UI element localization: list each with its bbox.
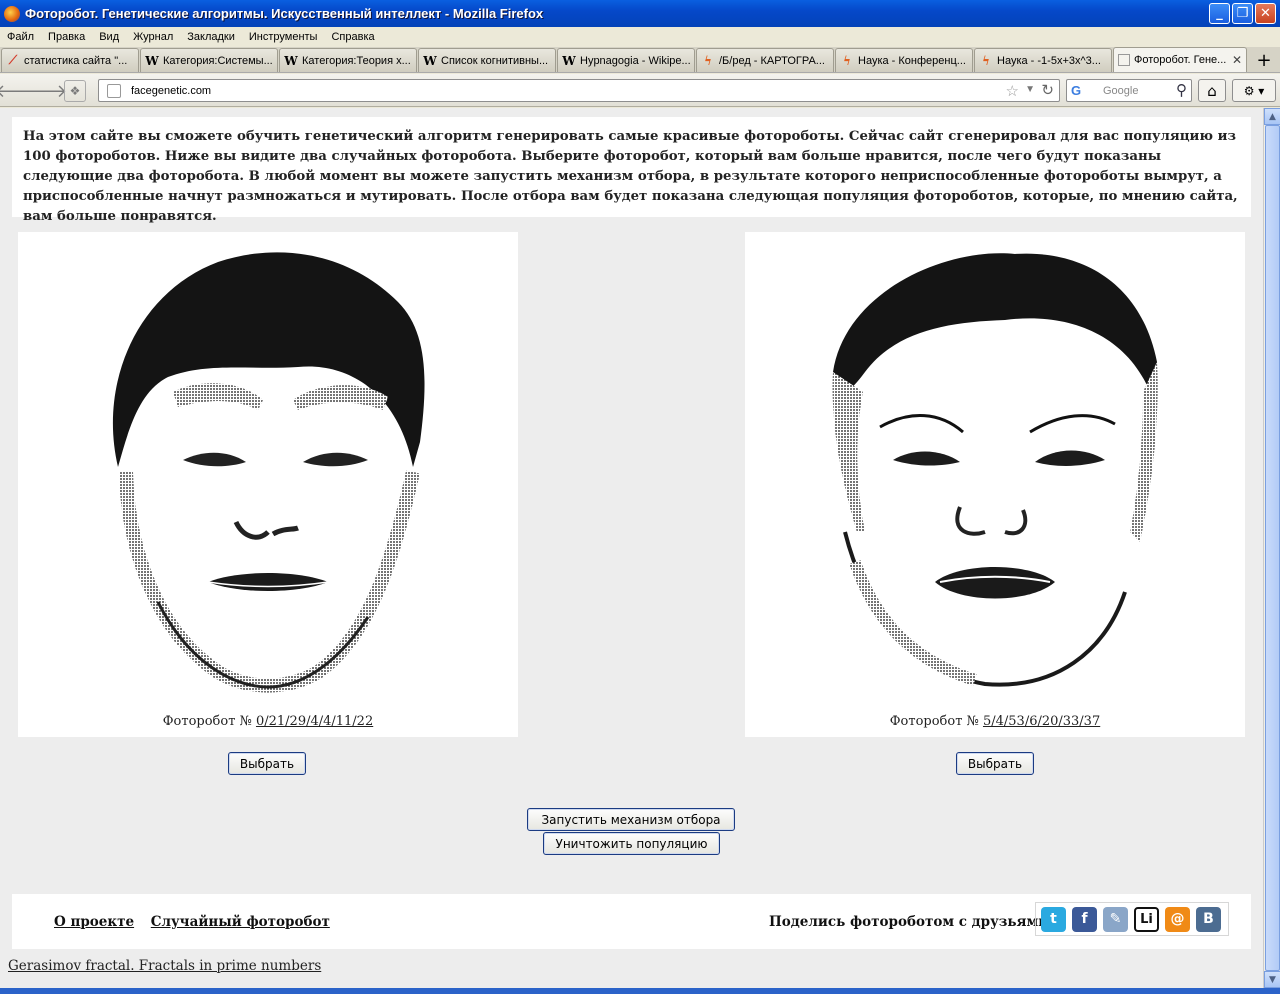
scroll-up-icon[interactable]: ▲ bbox=[1264, 108, 1280, 125]
wikipedia-icon: W bbox=[284, 53, 298, 68]
minimize-button[interactable]: _ bbox=[1209, 3, 1230, 24]
lightning-icon: ϟ bbox=[982, 53, 990, 68]
maximize-button[interactable]: ❐ bbox=[1232, 3, 1253, 24]
tab-5[interactable]: W Hypnagogia - Wikipe... bbox=[557, 48, 695, 72]
face-caption-2: Фоторобот № 5/4/53/6/20/33/37 bbox=[745, 714, 1245, 729]
scroll-thumb[interactable] bbox=[1265, 125, 1280, 971]
tab-label: Hypnagogia - Wikipe... bbox=[580, 54, 691, 67]
tab-label: Наука - Конференц... bbox=[858, 54, 966, 67]
facebook-icon[interactable]: f bbox=[1072, 906, 1097, 932]
site-icon bbox=[107, 84, 121, 98]
status-strip bbox=[0, 988, 1280, 994]
url-bar[interactable]: facegenetic.com ☆ ▼ ↻ bbox=[98, 79, 1060, 102]
face-id-link-2[interactable]: 5/4/53/6/20/33/37 bbox=[983, 714, 1100, 729]
caption-prefix: Фоторобот № bbox=[889, 714, 983, 729]
page-viewport: На этом сайте вы сможете обучить генетич… bbox=[0, 108, 1263, 988]
wikipedia-icon: W bbox=[423, 53, 437, 68]
tab-2[interactable]: W Категория:Системы... bbox=[140, 48, 278, 72]
menu-edit[interactable]: Правка bbox=[48, 31, 85, 43]
home-button[interactable]: ⌂ bbox=[1198, 79, 1226, 102]
menu-help[interactable]: Справка bbox=[331, 31, 374, 43]
vkontakte-icon[interactable]: B bbox=[1196, 906, 1221, 932]
firefox-icon bbox=[4, 5, 20, 22]
lightning-icon: ϟ bbox=[843, 53, 851, 68]
tab-bar: ⟋ статистика сайта "... W Категория:Систем… bbox=[0, 47, 1280, 73]
footer-links: О проекте Случайный фоторобот bbox=[54, 914, 342, 930]
caption-prefix: Фоторобот № bbox=[162, 714, 256, 729]
menu-bar: Файл Правка Вид Журнал Закладки Инструме… bbox=[0, 27, 1280, 46]
tab-1[interactable]: ⟋ статистика сайта "... bbox=[1, 48, 139, 72]
search-placeholder: Google bbox=[1103, 84, 1139, 97]
tab-8[interactable]: ϟ Наука - -1-5x+3x^3... bbox=[974, 48, 1112, 72]
window-controls: _ ❐ ✕ bbox=[1209, 3, 1276, 24]
footer: О проекте Случайный фоторобот Поделись ф… bbox=[12, 894, 1251, 949]
menu-bookmarks[interactable]: Закладки bbox=[187, 31, 235, 43]
panel-icon[interactable]: ❖ bbox=[64, 80, 86, 102]
face-sketch-2 bbox=[832, 253, 1158, 687]
search-input[interactable]: G Google ⚲ bbox=[1066, 79, 1192, 102]
fractal-link[interactable]: Gerasimov fractal. Fractals in prime num… bbox=[8, 958, 321, 974]
intro-text: На этом сайте вы сможете обучить генетич… bbox=[12, 117, 1251, 224]
bookmark-star-icon[interactable]: ☆ bbox=[1006, 82, 1019, 100]
stats-icon: ⟋ bbox=[8, 53, 18, 67]
choose-face-1-button[interactable]: Выбрать bbox=[228, 752, 306, 775]
window-titlebar: Фоторобот. Генетические алгоритмы. Искус… bbox=[0, 0, 1280, 27]
tab-4[interactable]: W Список когнитивны... bbox=[418, 48, 556, 72]
extensions-button[interactable]: ⚙ ▾ bbox=[1232, 79, 1276, 102]
google-icon: G bbox=[1071, 83, 1082, 98]
face-caption-1: Фоторобот № 0/21/29/4/4/11/22 bbox=[18, 714, 518, 729]
tab-label: Категория:Системы... bbox=[163, 54, 273, 67]
tab-label: Наука - -1-5x+3x^3... bbox=[997, 54, 1101, 67]
window-title: Фоторобот. Генетические алгоритмы. Искус… bbox=[25, 6, 544, 21]
navigation-bar: 🡐 🡒 ❖ facegenetic.com ☆ ▼ ↻ G Google ⚲ ⌂… bbox=[0, 74, 1280, 107]
new-tab-button[interactable]: + bbox=[1252, 48, 1276, 72]
reload-icon[interactable]: ↻ bbox=[1041, 81, 1054, 99]
share-text: Поделись фотороботом с друзьями! bbox=[769, 914, 1055, 930]
close-button[interactable]: ✕ bbox=[1255, 3, 1276, 24]
run-selection-button[interactable]: Запустить механизм отбора bbox=[527, 808, 735, 831]
menu-view[interactable]: Вид bbox=[99, 31, 119, 43]
menu-history[interactable]: Журнал bbox=[133, 31, 173, 43]
tab-label: Фоторобот. Гене... bbox=[1134, 54, 1227, 66]
about-link[interactable]: О проекте bbox=[54, 914, 134, 930]
livejournal-icon[interactable]: ✎ bbox=[1103, 906, 1128, 932]
tab-label: /Б/ред - КАРТОГРА... bbox=[719, 54, 825, 67]
face-card-1: Фоторобот № 0/21/29/4/4/11/22 bbox=[18, 232, 518, 737]
tab-label: статистика сайта "... bbox=[24, 54, 128, 67]
tab-label: Список когнитивны... bbox=[441, 54, 549, 67]
tab-7[interactable]: ϟ Наука - Конференц... bbox=[835, 48, 973, 72]
tab-3[interactable]: W Категория:Теория х... bbox=[279, 48, 417, 72]
twitter-icon[interactable]: t bbox=[1041, 906, 1066, 932]
vertical-scrollbar[interactable]: ▲ ▼ bbox=[1263, 108, 1280, 988]
choose-face-2-button[interactable]: Выбрать bbox=[956, 752, 1034, 775]
destroy-population-button[interactable]: Уничтожить популяцию bbox=[543, 832, 720, 855]
social-buttons: t f ✎ Li @ B bbox=[1035, 902, 1229, 936]
face-card-2: Фоторобот № 5/4/53/6/20/33/37 bbox=[745, 232, 1245, 737]
menu-file[interactable]: Файл bbox=[7, 31, 34, 43]
menu-tools[interactable]: Инструменты bbox=[249, 31, 318, 43]
wikipedia-icon: W bbox=[562, 53, 576, 68]
chevron-down-icon[interactable]: ▼ bbox=[1025, 84, 1035, 95]
tab-label: Категория:Теория х... bbox=[302, 54, 411, 67]
lightning-icon: ϟ bbox=[704, 53, 712, 68]
scroll-down-icon[interactable]: ▼ bbox=[1264, 971, 1280, 988]
forward-button[interactable]: 🡒 bbox=[19, 80, 67, 102]
tab-close-icon[interactable]: ✕ bbox=[1232, 53, 1242, 67]
wikipedia-icon: W bbox=[145, 53, 159, 68]
liveinternet-icon[interactable]: Li bbox=[1134, 906, 1159, 932]
random-face-link[interactable]: Случайный фоторобот bbox=[151, 914, 330, 930]
face-id-link-1[interactable]: 0/21/29/4/4/11/22 bbox=[256, 714, 373, 729]
url-text: facegenetic.com bbox=[131, 84, 212, 97]
face-sketch-1 bbox=[112, 252, 425, 693]
page-icon bbox=[1118, 54, 1130, 66]
tab-6[interactable]: ϟ/Б/ред - КАРТОГРА... bbox=[696, 48, 834, 72]
search-icon[interactable]: ⚲ bbox=[1176, 81, 1187, 99]
tab-active[interactable]: Фоторобот. Гене... ✕ bbox=[1113, 47, 1247, 72]
mailru-icon[interactable]: @ bbox=[1165, 906, 1190, 932]
